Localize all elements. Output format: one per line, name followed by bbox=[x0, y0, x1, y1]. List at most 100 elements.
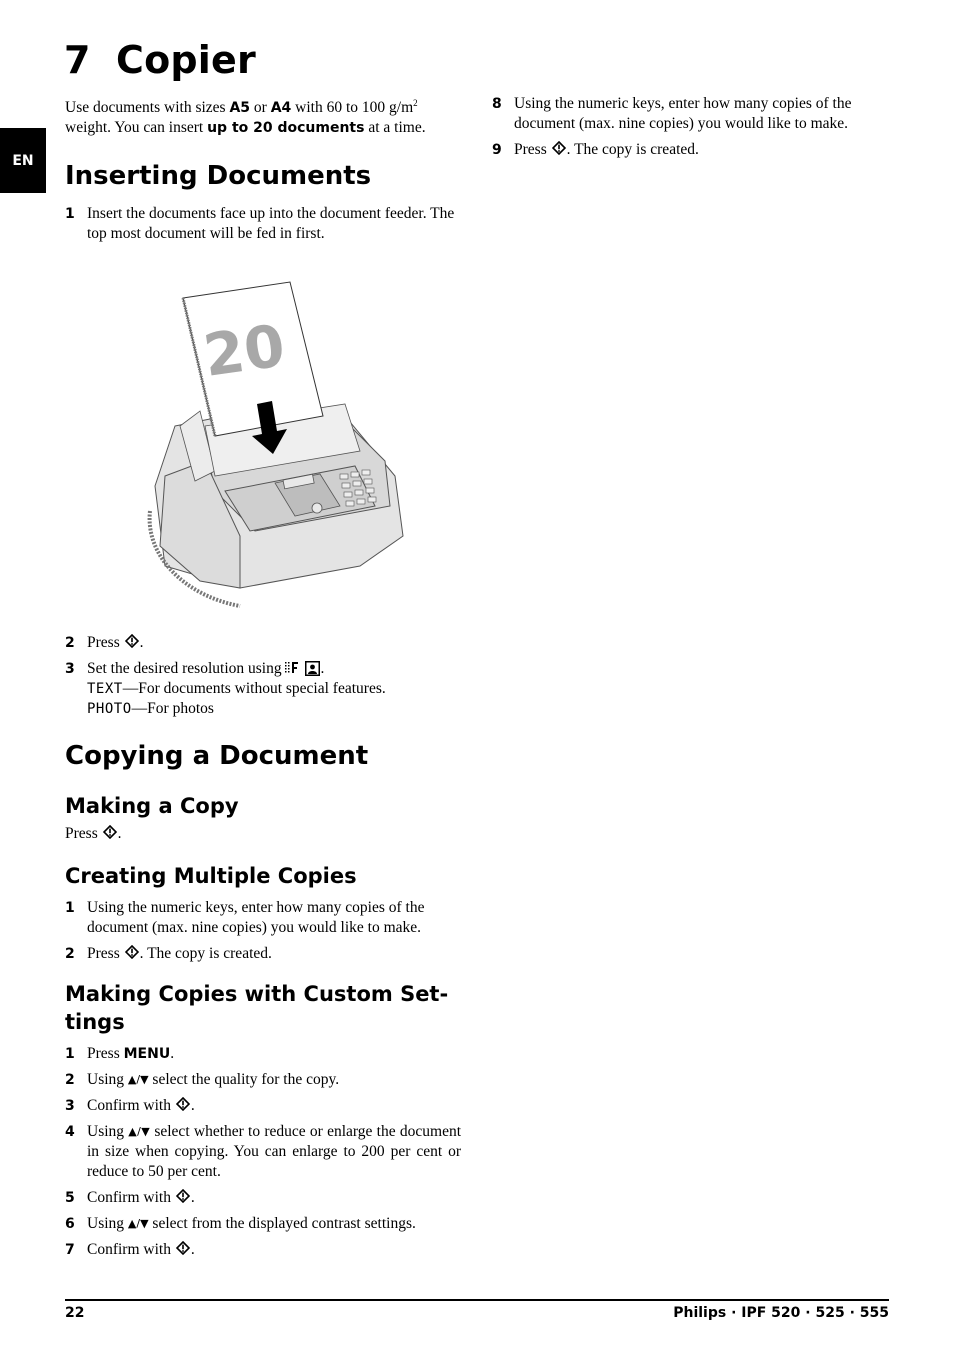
step-text: select from the displayed contrast setti… bbox=[148, 1215, 416, 1232]
start-key-icon bbox=[176, 1241, 190, 1255]
step-item: 7 Confirm with . bbox=[65, 1240, 461, 1260]
step-number: 5 bbox=[65, 1190, 75, 1206]
step-number: 1 bbox=[65, 1046, 75, 1062]
step-item: 1 Using the numeric keys, enter how many… bbox=[65, 898, 461, 938]
section-heading-inserting: Inserting Documents bbox=[65, 161, 372, 191]
step-text: . bbox=[190, 1189, 195, 1206]
step-number: 3 bbox=[65, 1098, 75, 1114]
making-copy-text: Press . bbox=[65, 824, 461, 844]
language-tab: EN bbox=[0, 128, 46, 193]
step-text: . bbox=[139, 634, 144, 651]
up-down-arrows-icon: ▲/▼ bbox=[128, 1125, 151, 1138]
step-number: 3 bbox=[65, 661, 75, 677]
start-key-icon bbox=[552, 141, 566, 155]
step-text: . bbox=[190, 1241, 195, 1258]
intro-text: Use documents with sizes bbox=[65, 99, 230, 116]
footer-divider bbox=[65, 1299, 889, 1301]
step-number: 4 bbox=[65, 1124, 75, 1140]
step-text: Using bbox=[87, 1071, 128, 1088]
left-column: Use documents with sizes A5 or A4 with 6… bbox=[65, 98, 461, 250]
step-text: Confirm with bbox=[87, 1189, 175, 1206]
subheading-multiple-copies: Creating Multiple Copies bbox=[65, 864, 357, 888]
up-down-arrows-icon: ▲/▼ bbox=[127, 1073, 149, 1086]
step-item: 1 Insert the documents face up into the … bbox=[65, 204, 461, 244]
inserting-steps-continued: 2 Press . 3 Set the desired resolution u… bbox=[65, 633, 461, 725]
photo-mode-icon bbox=[305, 661, 321, 676]
step-text: . bbox=[190, 1097, 195, 1114]
step-number: 1 bbox=[65, 900, 75, 916]
max-documents: up to 20 documents bbox=[207, 120, 365, 136]
step-text: Press bbox=[87, 945, 124, 962]
step-number: 9 bbox=[492, 142, 502, 158]
start-key-icon bbox=[176, 1097, 190, 1111]
chapter-number: 7 bbox=[64, 38, 91, 82]
step-text: Press bbox=[514, 141, 551, 158]
start-key-icon bbox=[103, 825, 117, 839]
step-item: 9 Press . The copy is created. bbox=[492, 140, 888, 160]
step-text: Using bbox=[87, 1123, 129, 1140]
step-text: . bbox=[320, 660, 325, 677]
size-a4: A4 bbox=[270, 100, 292, 116]
intro-text: with 60 to 100 g/m bbox=[291, 99, 414, 116]
product-name: Philips · IPF 520 · 525 · 555 bbox=[673, 1305, 889, 1321]
step-item: 1 Press MENU. bbox=[65, 1044, 461, 1064]
step-item: 5 Confirm with . bbox=[65, 1188, 461, 1208]
heading-line: tings bbox=[65, 1010, 125, 1034]
step-item: 2 Press . The copy is created. bbox=[65, 944, 461, 964]
step-number: 1 bbox=[65, 206, 75, 222]
step-text: Insert the documents face up into the do… bbox=[87, 205, 455, 242]
step-number: 2 bbox=[65, 1072, 75, 1088]
section-heading-copying: Copying a Document bbox=[65, 741, 369, 771]
step-item: 3 Confirm with . bbox=[65, 1096, 461, 1116]
step-number: 7 bbox=[65, 1242, 75, 1258]
lcd-option-photo: PHOTO bbox=[87, 701, 132, 717]
step-item: 4 Using ▲/▼ select whether to reduce or … bbox=[65, 1122, 461, 1182]
stack-number: 20 bbox=[199, 311, 288, 390]
step-text: Using bbox=[87, 1215, 128, 1232]
start-key-icon bbox=[125, 634, 139, 648]
right-column: 8 Using the numeric keys, enter how many… bbox=[492, 94, 888, 166]
step-text: Using the numeric keys, enter how many c… bbox=[514, 95, 852, 132]
step-text: Press bbox=[87, 634, 124, 651]
step-text: . bbox=[170, 1045, 175, 1062]
step-text: Set the desired resolution using bbox=[87, 660, 286, 677]
step-item: 2 Using ▲/▼ select the quality for the c… bbox=[65, 1070, 461, 1090]
step-number: 2 bbox=[65, 635, 75, 651]
chapter-title: 7 Copier bbox=[64, 38, 256, 82]
inserting-steps: 1 Insert the documents face up into the … bbox=[65, 204, 461, 244]
step-item: 3 Set the desired resolution using . TEX… bbox=[65, 659, 461, 719]
start-key-icon bbox=[125, 945, 139, 959]
step-text: . The copy is created. bbox=[139, 945, 272, 962]
intro-text: at a time. bbox=[364, 119, 426, 136]
step-item: 6 Using ▲/▼ select from the displayed co… bbox=[65, 1214, 461, 1234]
resolution-icon bbox=[285, 662, 299, 673]
page-number: 22 bbox=[65, 1305, 85, 1321]
step-text: . The copy is created. bbox=[566, 141, 699, 158]
option-description: —For documents without special features. bbox=[122, 680, 386, 697]
resolution-keys bbox=[285, 661, 321, 676]
step-text: Press bbox=[87, 1045, 124, 1062]
intro-paragraph: Use documents with sizes A5 or A4 with 6… bbox=[65, 98, 461, 138]
option-description: —For photos bbox=[131, 700, 214, 717]
step-text: Using the numeric keys, enter how many c… bbox=[87, 899, 425, 936]
menu-key-label: MENU bbox=[123, 1046, 171, 1062]
language-label: EN bbox=[12, 152, 34, 169]
fax-machine-illustration: 20 bbox=[145, 276, 410, 616]
step-item: 2 Press . bbox=[65, 633, 461, 653]
intro-text: weight. You can insert bbox=[65, 119, 208, 136]
fax-machine-drawing: 20 bbox=[147, 281, 404, 608]
intro-text: or bbox=[250, 99, 271, 116]
chapter-title-text: Copier bbox=[116, 38, 256, 82]
multiple-copies-steps: 1 Using the numeric keys, enter how many… bbox=[65, 898, 461, 964]
subheading-custom-settings: Making Copies with Custom Set- tings bbox=[65, 980, 461, 1036]
lcd-option-text: TEXT bbox=[87, 681, 123, 697]
step-text: . bbox=[117, 825, 122, 842]
size-a5: A5 bbox=[229, 100, 251, 116]
subheading-making-copy: Making a Copy bbox=[65, 794, 239, 818]
step-text: select the quality for the copy. bbox=[148, 1071, 340, 1088]
copying-section: Copying a Document Making a Copy Press .… bbox=[65, 740, 461, 1266]
step-item: 8 Using the numeric keys, enter how many… bbox=[492, 94, 888, 134]
step-number: 2 bbox=[65, 946, 75, 962]
heading-line: Making Copies with Custom Set- bbox=[65, 982, 449, 1006]
step-number: 8 bbox=[492, 96, 502, 112]
